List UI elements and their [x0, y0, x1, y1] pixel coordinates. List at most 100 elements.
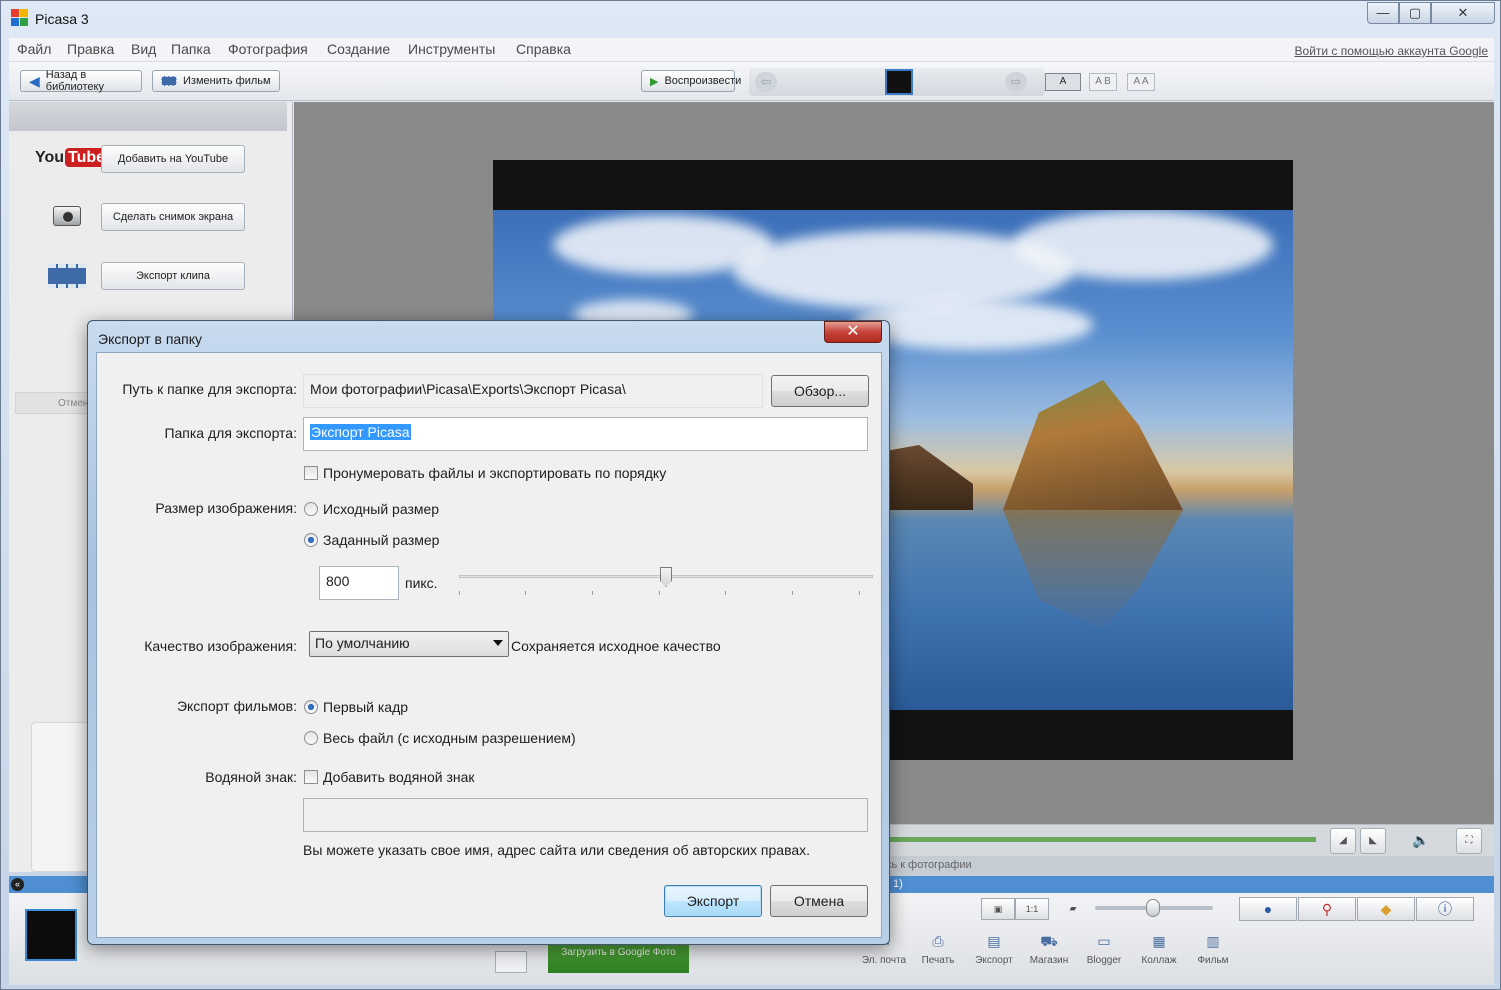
print-action[interactable]: ⎙ Печать [913, 933, 963, 966]
caption-style-a-button[interactable]: A [1045, 73, 1081, 91]
movies-first-frame-radio[interactable] [304, 700, 318, 714]
tray-dropdown-icon[interactable] [495, 951, 527, 973]
quality-select[interactable]: По умолчанию [309, 631, 509, 657]
youtube-logo: You Tube [35, 148, 109, 167]
menu-help[interactable]: Справка [516, 41, 571, 57]
dialog-body: Путь к папке для экспорта: Мои фотографи… [96, 352, 882, 938]
menu-create[interactable]: Создание [327, 41, 390, 57]
caption-style-aa-button[interactable]: A A [1127, 73, 1155, 91]
picasa-window: Picasa 3 — ▢ ✕ Файл Правка Вид Папка Фот… [0, 0, 1501, 990]
toolbar: ◀ Назад в библиотеку Изменить фильм ▶ Во… [9, 62, 1494, 101]
export-folder-icon: ▤ [987, 933, 1001, 949]
export-action[interactable]: ▤ Экспорт [969, 933, 1019, 966]
maximize-button[interactable]: ▢ [1399, 2, 1431, 24]
size-label: Размер изображения: [155, 500, 297, 516]
rotate-left-icon[interactable]: ◢ [1330, 828, 1356, 854]
watermark-text-input[interactable] [303, 798, 868, 832]
upload-youtube-button[interactable]: Добавить на YouTube [101, 145, 245, 173]
size-custom-label: Заданный размер [323, 532, 440, 548]
cart-icon: ⛟ [1040, 933, 1058, 949]
cancel-button[interactable]: Отмена [770, 885, 868, 917]
collage-action[interactable]: ▦ Коллаж [1134, 933, 1184, 966]
export-clip-button[interactable]: Экспорт клипа [101, 262, 245, 290]
zoom-slider-thumb[interactable] [1146, 899, 1160, 917]
path-field: Мои фотографии\Picasa\Exports\Экспорт Pi… [303, 374, 763, 408]
location-pin-icon[interactable]: ⚲ [1298, 897, 1356, 921]
tray-thumbnail[interactable] [25, 909, 77, 961]
previous-arrow-icon[interactable]: ⇦ [755, 72, 777, 92]
quality-select-value: По умолчанию [315, 635, 410, 651]
folder-label: Папка для экспорта: [164, 425, 297, 441]
size-original-label: Исходный размер [323, 501, 440, 517]
add-watermark-label: Добавить водяной знак [323, 769, 475, 785]
rock-reflection-shape [1003, 510, 1183, 630]
film-clip-icon [48, 264, 86, 288]
status-text: сь к фотографии [886, 859, 972, 871]
size-unit-label: пикс. [405, 575, 438, 591]
volume-icon[interactable]: 🔈 [1408, 828, 1434, 854]
fullscreen-icon[interactable]: ⛶ [1456, 828, 1482, 854]
size-slider-thumb[interactable] [660, 567, 672, 587]
left-panel-header [9, 102, 287, 131]
timeline-progress[interactable] [884, 837, 1316, 842]
menu-tools[interactable]: Инструменты [408, 41, 495, 57]
rock-arch-shape [1003, 380, 1183, 510]
camera-icon [53, 206, 81, 226]
watermark-hint: Вы можете указать свое имя, адрес сайта … [303, 842, 811, 858]
cliff-shape [883, 445, 973, 510]
menu-photo[interactable]: Фотография [228, 41, 308, 57]
export-dialog: Экспорт в папку ✕ Путь к папке для экспо… [87, 320, 890, 945]
minimize-button[interactable]: — [1367, 2, 1399, 24]
fit-view-icon[interactable]: ▣ [981, 898, 1015, 920]
title-bar: Picasa 3 — ▢ ✕ [1, 1, 1500, 37]
movies-full-file-radio[interactable] [304, 731, 318, 745]
play-button[interactable]: ▶ Воспроизвести [641, 70, 741, 92]
browse-button[interactable]: Обзор... [771, 375, 869, 407]
movie-action[interactable]: ▥ Фильм [1188, 933, 1238, 966]
dialog-title: Экспорт в папку [98, 331, 203, 347]
selection-text: 1) [893, 878, 903, 890]
edit-movie-button[interactable]: Изменить фильм [152, 70, 280, 92]
actual-size-icon[interactable]: 1:1 [1015, 898, 1049, 920]
size-custom-radio[interactable] [304, 533, 318, 547]
add-watermark-checkbox[interactable] [304, 770, 318, 784]
collapse-icon[interactable]: « [11, 878, 24, 891]
movies-first-frame-label: Первый кадр [323, 699, 409, 715]
rotate-right-icon[interactable]: ◣ [1360, 828, 1386, 854]
menu-view[interactable]: Вид [131, 41, 156, 57]
movie-icon: ▥ [1206, 933, 1220, 949]
picasa-logo-icon [11, 9, 29, 27]
next-arrow-icon[interactable]: ⇨ [1005, 72, 1027, 92]
collage-icon: ▦ [1152, 933, 1166, 949]
tags-icon[interactable]: ◆ [1357, 897, 1415, 921]
film-icon [161, 76, 177, 86]
movies-full-file-label: Весь файл (с исходным разрешением) [323, 730, 576, 746]
size-original-radio[interactable] [304, 502, 318, 516]
size-pixels-input[interactable]: 800 [319, 566, 399, 600]
folder-name-selection: Экспорт Picasa [310, 424, 411, 440]
screenshot-button[interactable]: Сделать снимок экрана [101, 203, 245, 231]
caption-style-ab-button[interactable]: A B [1089, 73, 1117, 91]
back-to-library-button[interactable]: ◀ Назад в библиотеку [20, 69, 142, 93]
export-button[interactable]: Экспорт [664, 885, 762, 917]
menu-edit[interactable]: Правка [67, 41, 114, 57]
path-label: Путь к папке для экспорта: [122, 381, 297, 397]
current-slide-thumbnail[interactable] [885, 69, 913, 95]
folder-name-input[interactable]: Экспорт Picasa [303, 417, 868, 451]
menu-folder[interactable]: Папка [171, 41, 211, 57]
blogger-icon: ▭ [1097, 933, 1111, 949]
number-files-checkbox[interactable] [304, 466, 318, 480]
upload-google-photos-button[interactable]: Загрузить в Google Фото [548, 943, 689, 973]
info-icon[interactable]: ⓘ [1416, 897, 1474, 921]
close-window-button[interactable]: ✕ [1431, 2, 1495, 24]
people-icon[interactable]: ● [1239, 897, 1297, 921]
back-arrow-icon: ◀ [29, 72, 40, 89]
dialog-close-button[interactable]: ✕ [824, 321, 882, 343]
shop-action[interactable]: ⛟ Магазин [1024, 933, 1074, 966]
image-size-icon[interactable]: ▰ [1061, 898, 1085, 920]
chevron-down-icon [493, 640, 503, 646]
menu-file[interactable]: Файл [17, 41, 51, 57]
google-signin-link[interactable]: Войти с помощью аккаунта Google [1295, 44, 1488, 58]
blogger-action[interactable]: ▭ Blogger [1079, 933, 1129, 966]
thumbnail-nav-strip: ⇦ ⇨ [749, 68, 1045, 96]
